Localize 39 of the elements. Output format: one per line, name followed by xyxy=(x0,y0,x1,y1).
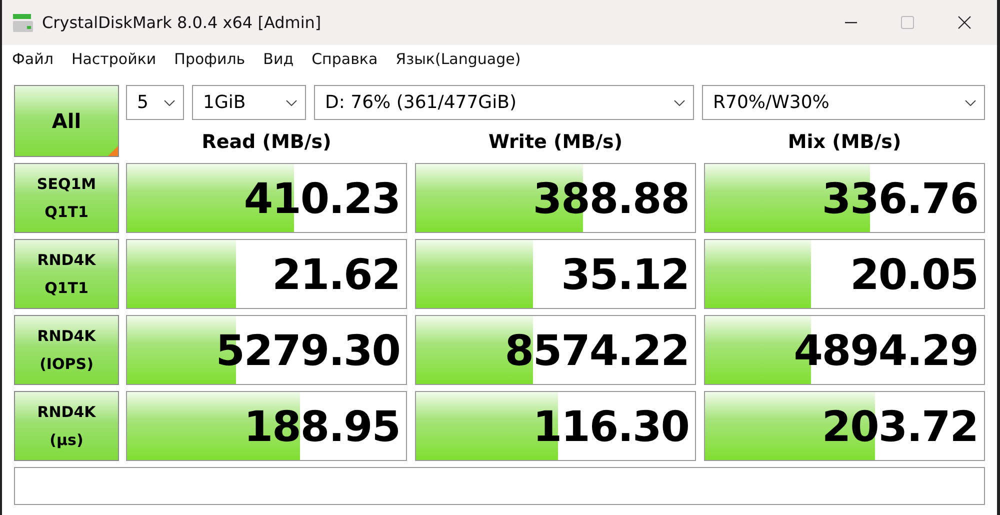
result-value: 35.12 xyxy=(561,250,689,298)
app-icon xyxy=(12,12,34,32)
dropdown[interactable]: R70%/W30% xyxy=(702,85,985,120)
menu-item[interactable]: Справка xyxy=(312,50,378,68)
result-value: 388.88 xyxy=(532,174,689,222)
result-value: 116.30 xyxy=(532,402,689,450)
result-value: 203.72 xyxy=(822,402,978,450)
dropdown[interactable]: D: 76% (361/477GiB) xyxy=(314,85,694,120)
test-button[interactable]: RND4K Q1T1 xyxy=(14,239,119,309)
menu-item[interactable]: Профиль xyxy=(174,50,246,68)
result-value: 20.05 xyxy=(850,250,978,298)
chevron-icon xyxy=(674,100,685,106)
chevron-icon xyxy=(164,100,175,106)
menu-item[interactable]: Вид xyxy=(263,50,294,68)
test-button[interactable]: SEQ1M Q1T1 xyxy=(14,163,119,233)
result-value: 336.76 xyxy=(822,174,978,222)
column-header: Read (MB/s) xyxy=(202,131,332,153)
comment-field[interactable] xyxy=(14,467,985,505)
menu-item[interactable]: Файл xyxy=(12,50,54,68)
dropdown[interactable]: 1GiB xyxy=(192,85,306,120)
all-button[interactable]: All xyxy=(14,85,119,157)
column-header: Mix (MB/s) xyxy=(788,131,902,153)
window-title: CrystalDiskMark 8.0.4 x64 [Admin] xyxy=(42,13,322,32)
menu-item[interactable]: Язык(Language) xyxy=(396,50,521,68)
result-value: 8574.22 xyxy=(504,326,689,374)
result-value: 21.62 xyxy=(272,250,400,298)
test-button[interactable]: RND4K (µs) xyxy=(14,391,119,461)
menu-item[interactable]: Настройки xyxy=(71,50,156,68)
result-value: 188.95 xyxy=(244,402,400,450)
chevron-icon xyxy=(286,100,297,106)
column-header: Write (MB/s) xyxy=(488,131,623,153)
test-button[interactable]: RND4K (IOPS) xyxy=(14,315,119,385)
result-value: 4894.29 xyxy=(794,326,978,374)
dropdown[interactable]: 5 xyxy=(126,85,184,120)
chevron-icon xyxy=(965,100,976,106)
minimize-icon[interactable] xyxy=(845,22,857,24)
result-value: 5279.30 xyxy=(216,326,400,374)
result-value: 410.23 xyxy=(244,174,400,222)
close-icon[interactable] xyxy=(958,16,971,29)
